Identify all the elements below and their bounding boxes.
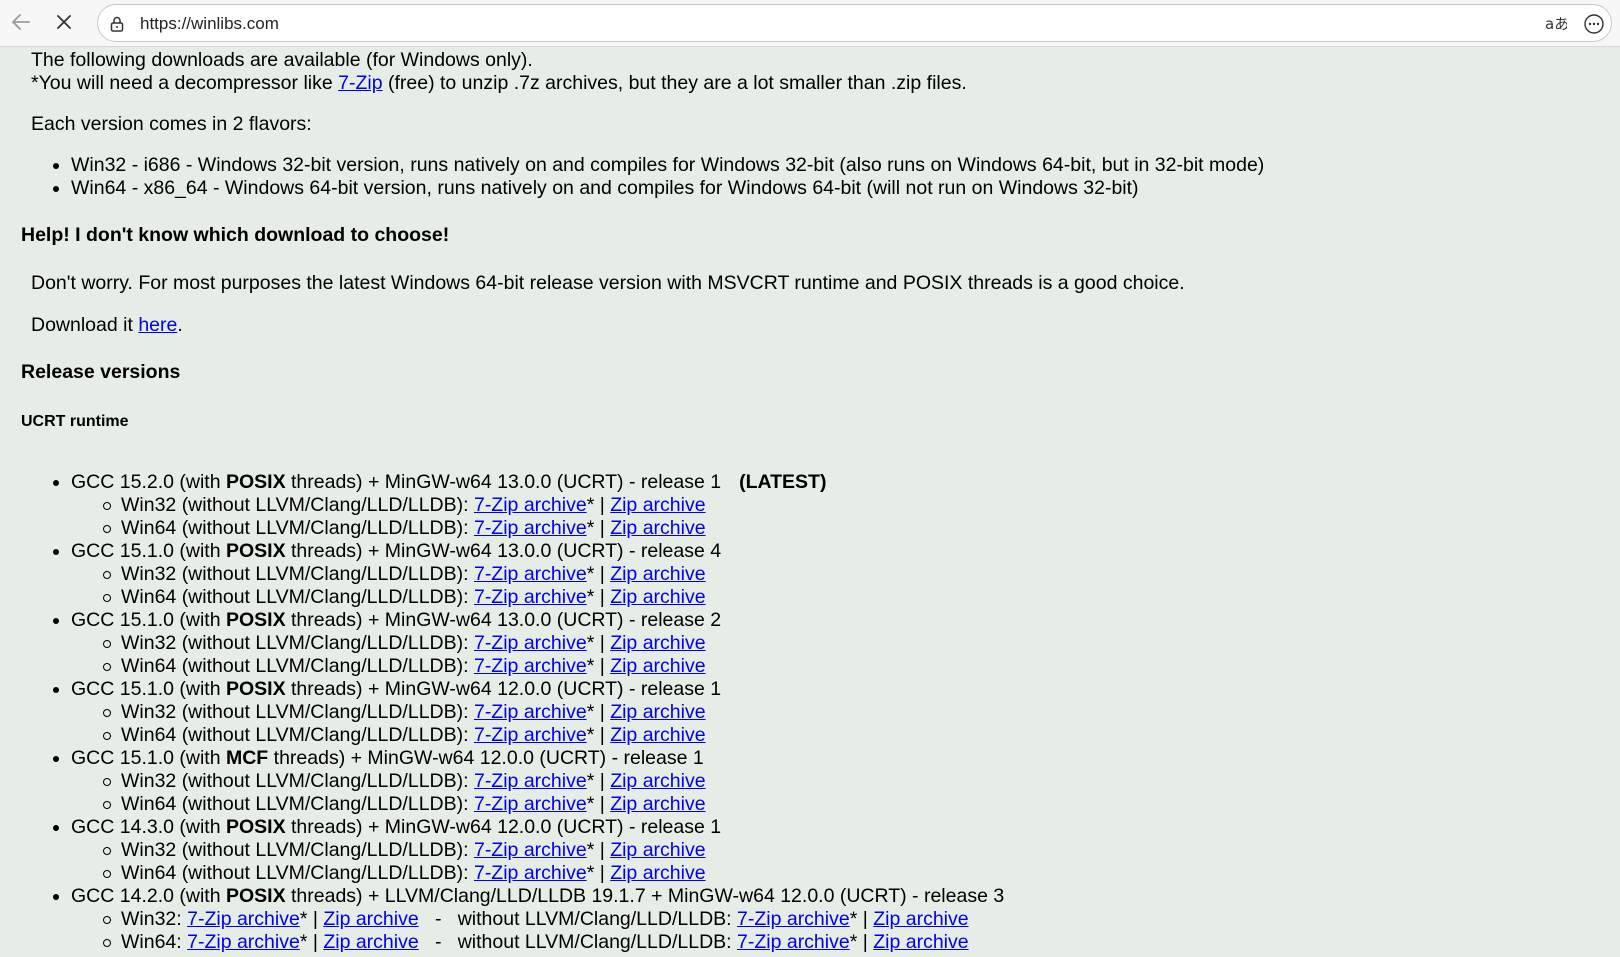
- intro-line-1: The following downloads are available (f…: [31, 49, 533, 71]
- release-item: GCC 14.2.0 (with POSIX threads) + LLVM/C…: [50, 885, 1004, 908]
- download-row-win32: Win32 (without LLVM/Clang/LLD/LLDB): 7-Z…: [50, 563, 1004, 586]
- 7zip-archive-link[interactable]: 7-Zip archive: [474, 494, 587, 516]
- flavor-item-win32: Win32 - i686 - Windows 32-bit version, r…: [50, 154, 1264, 177]
- zip-archive-link[interactable]: Zip archive: [610, 563, 705, 585]
- download-row-win64: Win64 (without LLVM/Clang/LLD/LLDB): 7-Z…: [50, 862, 1004, 885]
- download-row-win64: Win64 (without LLVM/Clang/LLD/LLDB): 7-Z…: [50, 793, 1004, 816]
- download-row-win32: Win32 (without LLVM/Clang/LLD/LLDB): 7-Z…: [50, 770, 1004, 793]
- download-row-win64: Win64 (without LLVM/Clang/LLD/LLDB): 7-Z…: [50, 586, 1004, 609]
- translate-icon[interactable]: aあ: [1545, 13, 1567, 35]
- download-row-win32: Win32 (without LLVM/Clang/LLD/LLDB): 7-Z…: [50, 632, 1004, 655]
- svg-text:aあ: aあ: [1545, 15, 1567, 33]
- 7zip-archive-link[interactable]: 7-Zip archive: [474, 632, 587, 654]
- 7zip-archive-link[interactable]: 7-Zip archive: [187, 931, 300, 953]
- lock-icon[interactable]: [106, 13, 128, 35]
- 7zip-archive-link[interactable]: 7-Zip archive: [474, 701, 587, 723]
- flavors-intro: Each version comes in 2 flavors:: [31, 113, 312, 135]
- 7zip-archive-link[interactable]: 7-Zip archive: [474, 586, 587, 608]
- download-here-link[interactable]: here: [138, 314, 177, 336]
- 7zip-archive-link[interactable]: 7-Zip archive: [187, 908, 300, 930]
- 7zip-archive-link[interactable]: 7-Zip archive: [474, 839, 587, 861]
- zip-archive-link[interactable]: Zip archive: [610, 701, 705, 723]
- 7zip-archive-link[interactable]: 7-Zip archive: [474, 862, 587, 884]
- download-row-win32-llvm: Win32: 7-Zip archive* | Zip archive - wi…: [50, 908, 1004, 931]
- 7zip-archive-link[interactable]: 7-Zip archive: [474, 793, 587, 815]
- zip-archive-link[interactable]: Zip archive: [610, 655, 705, 677]
- zip-archive-link[interactable]: Zip archive: [873, 931, 968, 953]
- ucrt-runtime-heading: UCRT runtime: [21, 413, 129, 430]
- 7zip-archive-link[interactable]: 7-Zip archive: [474, 724, 587, 746]
- browser-toolbar: https://winlibs.com aあ: [0, 0, 1620, 47]
- download-row-win32: Win32 (without LLVM/Clang/LLD/LLDB): 7-Z…: [50, 839, 1004, 862]
- 7zip-archive-link[interactable]: 7-Zip archive: [737, 931, 850, 953]
- intro-line-2: *You will need a decompressor like 7-Zip…: [31, 72, 967, 94]
- zip-archive-link[interactable]: Zip archive: [610, 724, 705, 746]
- zip-archive-link[interactable]: Zip archive: [323, 908, 418, 930]
- 7zip-archive-link[interactable]: 7-Zip archive: [474, 517, 587, 539]
- download-row-win32: Win32 (without LLVM/Clang/LLD/LLDB): 7-Z…: [50, 494, 1004, 517]
- latest-badge: (LATEST): [739, 471, 827, 493]
- 7zip-archive-link[interactable]: 7-Zip archive: [474, 655, 587, 677]
- zip-archive-link[interactable]: Zip archive: [610, 770, 705, 792]
- release-versions-heading: Release versions: [21, 361, 181, 383]
- help-text: Don't worry. For most purposes the lates…: [31, 272, 1185, 294]
- release-item: GCC 15.1.0 (with POSIX threads) + MinGW-…: [50, 609, 1004, 632]
- download-row-win64-llvm: Win64: 7-Zip archive* | Zip archive - wi…: [50, 931, 1004, 954]
- download-row-win32: Win32 (without LLVM/Clang/LLD/LLDB): 7-Z…: [50, 701, 1004, 724]
- download-row-win64: Win64 (without LLVM/Clang/LLD/LLDB): 7-Z…: [50, 655, 1004, 678]
- 7zip-archive-link[interactable]: 7-Zip archive: [474, 563, 587, 585]
- zip-archive-link[interactable]: Zip archive: [610, 862, 705, 884]
- zip-archive-link[interactable]: Zip archive: [610, 494, 705, 516]
- release-item: GCC 15.2.0 (with POSIX threads) + MinGW-…: [50, 471, 1004, 494]
- release-item: GCC 15.1.0 (with POSIX threads) + MinGW-…: [50, 540, 1004, 563]
- zip-archive-link[interactable]: Zip archive: [873, 908, 968, 930]
- more-options-icon[interactable]: [1583, 13, 1605, 35]
- release-list: GCC 15.2.0 (with POSIX threads) + MinGW-…: [50, 471, 1004, 954]
- zip-archive-link[interactable]: Zip archive: [610, 839, 705, 861]
- url-text[interactable]: https://winlibs.com: [140, 14, 279, 34]
- download-row-win64: Win64 (without LLVM/Clang/LLD/LLDB): 7-Z…: [50, 724, 1004, 747]
- flavor-item-win64: Win64 - x86_64 - Windows 64-bit version,…: [50, 177, 1264, 200]
- download-row-win64: Win64 (without LLVM/Clang/LLD/LLDB): 7-Z…: [50, 517, 1004, 540]
- release-item: GCC 15.1.0 (with MCF threads) + MinGW-w6…: [50, 747, 1004, 770]
- 7zip-archive-link[interactable]: 7-Zip archive: [474, 770, 587, 792]
- back-arrow-icon[interactable]: [6, 7, 36, 37]
- release-item: GCC 14.3.0 (with POSIX threads) + MinGW-…: [50, 816, 1004, 839]
- zip-archive-link[interactable]: Zip archive: [610, 586, 705, 608]
- page-content: The following downloads are available (f…: [0, 47, 1620, 957]
- flavors-list: Win32 - i686 - Windows 32-bit version, r…: [50, 154, 1264, 200]
- close-icon[interactable]: [49, 7, 79, 37]
- 7zip-archive-link[interactable]: 7-Zip archive: [737, 908, 850, 930]
- address-bar[interactable]: https://winlibs.com aあ: [97, 4, 1612, 42]
- zip-archive-link[interactable]: Zip archive: [610, 517, 705, 539]
- zip-archive-link[interactable]: Zip archive: [610, 632, 705, 654]
- help-heading: Help! I don't know which download to cho…: [21, 224, 450, 246]
- zip-archive-link[interactable]: Zip archive: [610, 793, 705, 815]
- download-line: Download it here.: [31, 314, 183, 336]
- zip-archive-link[interactable]: Zip archive: [323, 931, 418, 953]
- 7zip-link[interactable]: 7-Zip: [338, 72, 382, 94]
- release-item: GCC 15.1.0 (with POSIX threads) + MinGW-…: [50, 678, 1004, 701]
